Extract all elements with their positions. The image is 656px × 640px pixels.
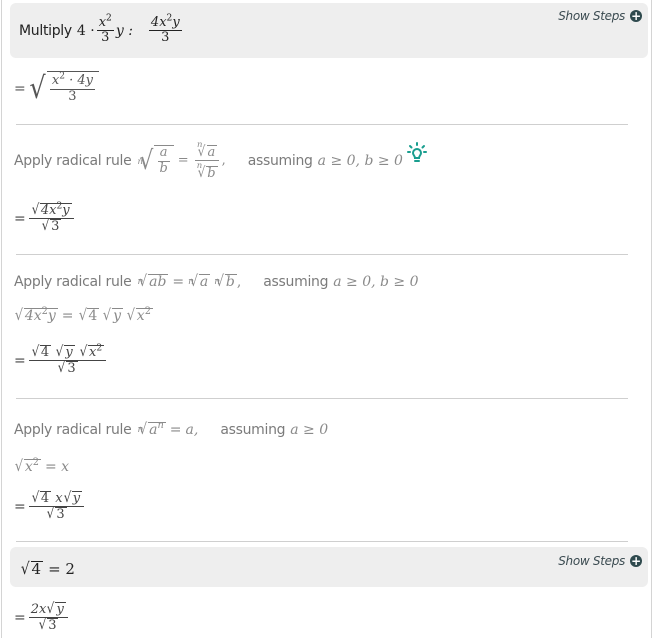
rule3-result: = √ 4 x √ y √ 3	[14, 484, 86, 530]
step-divider	[16, 398, 628, 399]
sqrt4-expression: √ 4 = 2	[20, 558, 75, 578]
rule-formula: n √ an = a,	[137, 420, 199, 439]
radical-rule-product: Apply radical rule n √ ab = n √ a n √ b , assu…	[14, 272, 419, 291]
after-frac: y :	[115, 23, 133, 39]
show-steps-button[interactable]: Show Steps +	[558, 554, 642, 568]
sqrt-expression: √ x2 · 4y 3	[28, 71, 100, 107]
plus-circle-icon: +	[630, 9, 642, 23]
sqrt-fraction-line: = √ x2 · 4y 3	[14, 68, 100, 110]
rule1-result: = √ 4x2y √ 3	[14, 196, 76, 242]
step-divider	[16, 254, 628, 255]
rule2-expansion: √ 4x2y = √ 4 √ y √ x2	[14, 306, 153, 325]
fraction-x2-over-3: x2 3	[96, 13, 114, 46]
rule3-expansion: √ x2 = x	[14, 457, 70, 476]
step-divider	[16, 124, 628, 125]
multiply-step-expression: Multiply 4 · x2 3 y : 4x2y 3	[19, 13, 184, 49]
show-steps-button[interactable]: Show Steps +	[558, 9, 642, 23]
rule2-result: = √ 4 √ y √ x2 √ 3	[14, 338, 108, 384]
rule-formula: n √ ab = n √ a n √ b ,	[137, 138, 226, 182]
rule-formula: n √ ab = n √ a n √ b ,	[137, 272, 242, 291]
radical-rule-power: Apply radical rule n √ an = a, assuming a ≥…	[14, 420, 329, 439]
multiply-result: 4x2y 3	[148, 13, 182, 46]
plus-circle-icon: +	[630, 554, 642, 568]
final-result: = 2x √ y √ 3	[14, 596, 70, 640]
lightbulb-icon[interactable]	[406, 142, 427, 168]
step-divider	[16, 541, 628, 542]
sqrt4-step-box	[10, 547, 648, 587]
expr-prefix: 4 ·	[76, 23, 95, 39]
step-label: Multiply	[19, 23, 72, 39]
radical-rule-quotient: Apply radical rule n √ ab = n √ a n √ b , as…	[14, 138, 427, 184]
